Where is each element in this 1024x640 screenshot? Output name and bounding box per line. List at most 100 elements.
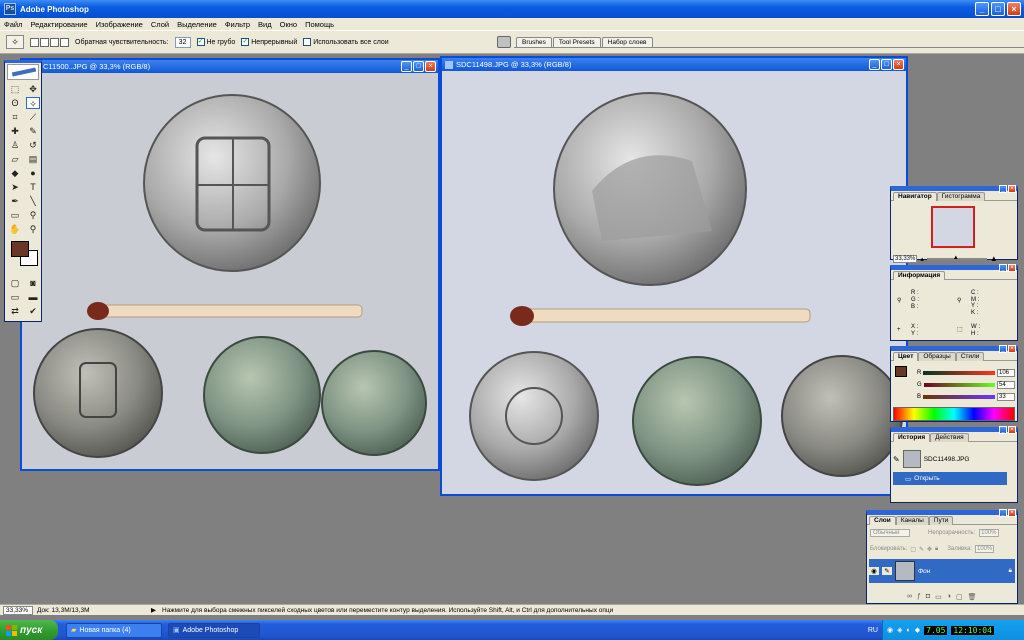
toolbox[interactable]: ⬚ ✥ ʘ ✧ ⌗ ⟋ ✚ ✎ ♙ ↺ ▱ ▤ ◆ ● ➤ T ✒ ╲ ▭ ⚲ … — [4, 60, 42, 322]
doc2-close-button[interactable]: × — [893, 59, 904, 70]
history-brush-source-icon[interactable]: ✎ — [893, 455, 900, 464]
color-spectrum-ramp[interactable] — [893, 407, 1015, 421]
jump-to-imageready-icon[interactable]: ⇄ — [8, 305, 22, 317]
tray-icon-1[interactable]: ◉ — [887, 626, 893, 634]
tolerance-input[interactable]: 32 — [174, 36, 191, 48]
doc1-close-button[interactable]: × — [425, 61, 436, 72]
color-r-value[interactable]: 106 — [997, 369, 1015, 377]
document-window-1[interactable]: C11500..JPG @ 33,3% (RGB/8) _ □ × — [20, 58, 440, 471]
lock-transparency-icon[interactable]: ▢ — [910, 546, 916, 553]
intersect-selection-icon[interactable] — [60, 37, 69, 47]
menu-file[interactable]: Файл — [4, 20, 22, 29]
fill-value[interactable]: 100% — [975, 545, 995, 553]
contiguous-checkbox[interactable]: ✓ Непрерывный — [241, 38, 297, 46]
menu-image[interactable]: Изображение — [96, 20, 143, 29]
tab-navigator[interactable]: Навигатор — [893, 192, 937, 201]
opacity-value[interactable]: 100% — [979, 529, 999, 537]
info-palette[interactable]: _ × Информация ⚲ R : G : B : ⚲ C : M : Y … — [890, 264, 1018, 341]
info-minimize-button[interactable]: _ — [999, 264, 1007, 272]
tray-clock[interactable]: 12:10:04 — [951, 625, 994, 635]
tray-icon-3[interactable]: ◐ — [907, 627, 911, 634]
stamp-tool-icon[interactable]: ♙ — [8, 139, 22, 151]
add-selection-icon[interactable] — [40, 37, 49, 47]
document-2-canvas[interactable] — [442, 71, 906, 494]
healing-brush-tool-icon[interactable]: ✚ — [8, 125, 22, 137]
color-fg-swatch[interactable] — [895, 366, 907, 377]
hand-tool-icon[interactable]: ✋ — [8, 223, 22, 235]
status-arrow-icon[interactable]: ▶ — [151, 606, 156, 614]
color-palette[interactable]: _ × Цвет Образцы Стили R 106 G 54 B 33 — [890, 345, 1018, 422]
delete-layer-icon[interactable]: 🗑︎ — [968, 593, 977, 601]
color-close-button[interactable]: × — [1008, 345, 1016, 353]
taskbar-item-folder[interactable]: ▰ Новая папка (4) — [66, 622, 162, 638]
green-slider[interactable] — [923, 383, 995, 387]
history-snapshot-row[interactable]: ✎ SDC11498.JPG — [893, 448, 1015, 470]
quick-mask-icon[interactable]: ◙ — [26, 277, 40, 289]
tab-styles[interactable]: Стили — [955, 352, 985, 361]
tab-histogram[interactable]: Гистограмма — [936, 192, 986, 201]
app-title-bar[interactable]: Ps Adobe Photoshop _ □ × — [0, 0, 1024, 18]
menu-view[interactable]: Вид — [258, 20, 272, 29]
menu-help[interactable]: Помощь — [305, 20, 334, 29]
pen-tool-icon[interactable]: ✒ — [8, 195, 22, 207]
subtract-selection-icon[interactable] — [50, 37, 59, 47]
new-group-icon[interactable]: ▭ — [935, 593, 942, 601]
doc2-maximize-button[interactable]: □ — [881, 59, 892, 70]
navigator-close-button[interactable]: × — [1008, 185, 1016, 193]
start-button[interactable]: пуск — [0, 620, 58, 640]
zoom-out-icon[interactable]: ▴ — [920, 255, 924, 263]
minimize-button[interactable]: _ — [975, 2, 989, 16]
tab-channels[interactable]: Каналы — [895, 516, 929, 525]
lock-position-icon[interactable]: ✥ — [927, 546, 932, 553]
tab-info[interactable]: Информация — [893, 271, 946, 280]
well-tab-brushes[interactable]: Brushes — [516, 37, 552, 47]
magic-wand-tool-icon[interactable]: ✧ — [26, 97, 40, 109]
screen-mode-icon[interactable]: ▭ — [8, 291, 22, 303]
color-g-value[interactable]: 54 — [997, 381, 1015, 389]
zoom-slider[interactable]: ▲ — [926, 255, 987, 261]
status-doc-size[interactable]: Док: 13,3M/13,3M — [37, 607, 147, 614]
color-swatches[interactable] — [8, 239, 38, 273]
selection-mode-group[interactable] — [30, 37, 69, 47]
lasso-tool-icon[interactable]: ʘ — [8, 97, 22, 109]
maximize-button[interactable]: □ — [991, 2, 1005, 16]
well-tab-tool-presets[interactable]: Tool Presets — [552, 37, 601, 47]
eraser-tool-icon[interactable]: ▱ — [8, 153, 22, 165]
link-layers-icon[interactable]: ∞ — [907, 593, 912, 601]
color-minimize-button[interactable]: _ — [999, 345, 1007, 353]
add-mask-icon[interactable]: ◘ — [926, 593, 930, 601]
marquee-tool-icon[interactable]: ⬚ — [8, 83, 22, 95]
menu-edit[interactable]: Редактирование — [30, 20, 87, 29]
history-minimize-button[interactable]: _ — [999, 426, 1007, 434]
tab-swatches[interactable]: Образцы — [918, 352, 956, 361]
doc1-minimize-button[interactable]: _ — [401, 61, 412, 72]
status-zoom[interactable]: 33,33% — [3, 605, 33, 615]
document-2-title-bar[interactable]: SDC11498.JPG @ 33,3% (RGB/8) _ □ × — [442, 58, 906, 71]
adjustment-layer-icon[interactable]: ◑ — [947, 593, 951, 601]
layer-visibility-eye-icon[interactable]: ◉ — [869, 567, 879, 575]
menu-filter[interactable]: Фильтр — [225, 20, 250, 29]
edit-imageready-icon[interactable]: ✔ — [26, 305, 40, 317]
tab-history[interactable]: История — [893, 433, 931, 442]
blur-tool-icon[interactable]: ◆ — [8, 167, 22, 179]
history-palette[interactable]: _ × История Действия ✎ SDC11498.JPG ▭ Отк… — [890, 426, 1018, 503]
lock-pixels-icon[interactable]: ✎ — [919, 546, 924, 553]
type-tool-icon[interactable]: T — [26, 181, 40, 193]
tray-date[interactable]: 7.05 — [924, 625, 948, 635]
document-1-title-bar[interactable]: C11500..JPG @ 33,3% (RGB/8) _ □ × — [22, 60, 438, 73]
navigator-palette[interactable]: _ × Навигатор Гистограмма 33,33% ▴ ▲ ▲ — [890, 185, 1018, 263]
new-selection-icon[interactable] — [30, 37, 39, 47]
layer-row-background[interactable]: ◉ ✎ Фон 🔒︎ — [869, 559, 1015, 583]
tab-layers[interactable]: Слои — [869, 516, 896, 525]
doc1-maximize-button[interactable]: □ — [413, 61, 424, 72]
foreground-color-swatch[interactable] — [11, 241, 29, 257]
zoom-tool-icon[interactable]: ⚲ — [26, 223, 40, 235]
notes-tool-icon[interactable]: ▭ — [8, 209, 22, 221]
antialias-checkbox[interactable]: ✓ Не грубо — [196, 38, 235, 46]
tab-paths[interactable]: Пути — [928, 516, 954, 525]
zoom-in-icon[interactable]: ▲ — [990, 254, 998, 263]
menu-window[interactable]: Окно — [280, 20, 297, 29]
crop-tool-icon[interactable]: ⌗ — [8, 111, 22, 123]
eyedropper-tool-icon[interactable]: ⚲ — [26, 209, 40, 221]
tab-color[interactable]: Цвет — [893, 352, 919, 361]
